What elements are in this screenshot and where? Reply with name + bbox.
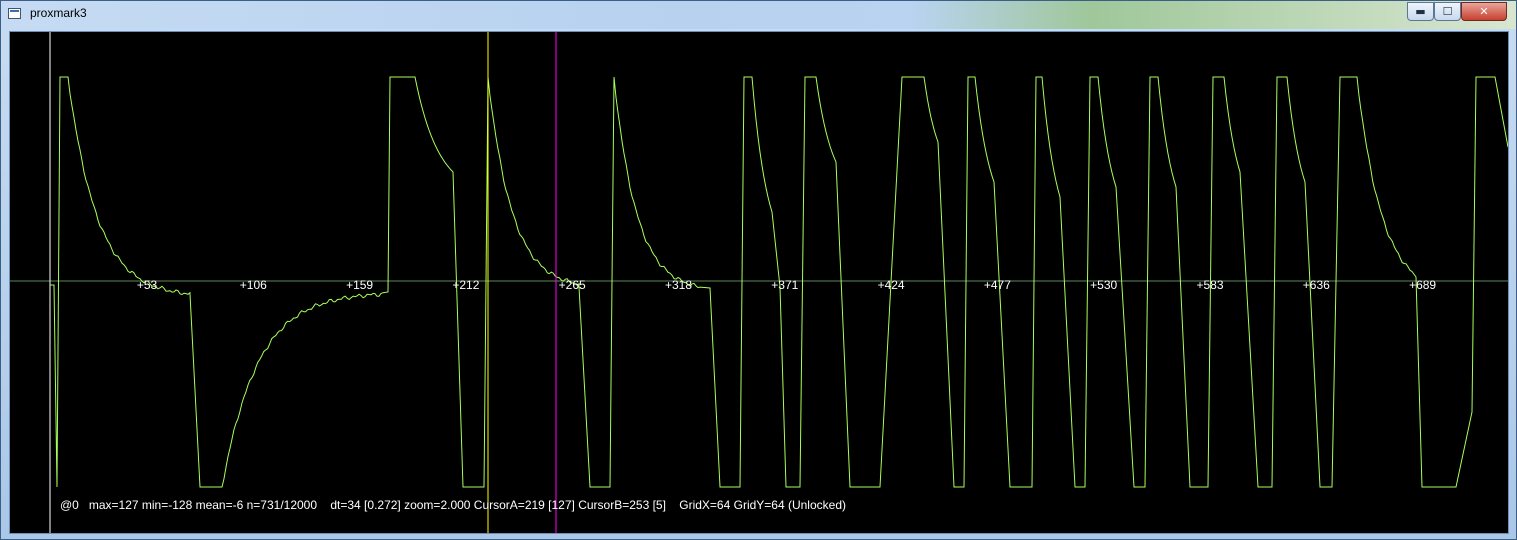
tick-label: +318	[665, 278, 692, 292]
maximize-button[interactable]: ☐	[1434, 2, 1461, 21]
waveform-svg[interactable]: +53 +106 +159 +212 +265 +318 +371 +424 +477 +530 +…	[10, 32, 1508, 533]
title-bar[interactable]: proxmark3 ▬ ☐ ✕	[1, 1, 1516, 29]
window-icon[interactable]	[8, 8, 21, 19]
status-readout: @0 max=127 min=-128 mean=-6 n=731/12000 …	[60, 498, 846, 512]
graph-plot-area[interactable]: +53 +106 +159 +212 +265 +318 +371 +424 +477 +530 +…	[9, 31, 1509, 534]
tick-label: +212	[452, 278, 479, 292]
tick-label: +424	[878, 278, 905, 292]
tick-label: +265	[559, 278, 586, 292]
tick-label: +371	[771, 278, 798, 292]
minimize-button[interactable]: ▬	[1407, 2, 1434, 21]
tick-label: +106	[240, 278, 267, 292]
tick-label: +53	[137, 278, 158, 292]
tick-labels: +53 +106 +159 +212 +265 +318 +371 +424 +477 +530 +…	[137, 278, 1437, 292]
tick-label: +477	[984, 278, 1011, 292]
proxmark3-window: proxmark3 ▬ ☐ ✕ +53 +106 +159 +212 +265 +318 +…	[0, 0, 1517, 540]
tick-label: +636	[1303, 278, 1330, 292]
window-title: proxmark3	[30, 6, 87, 20]
tick-label: +583	[1196, 278, 1223, 292]
tick-label: +530	[1090, 278, 1117, 292]
close-button[interactable]: ✕	[1461, 2, 1507, 21]
tick-label: +689	[1409, 278, 1436, 292]
tick-label: +159	[346, 278, 373, 292]
